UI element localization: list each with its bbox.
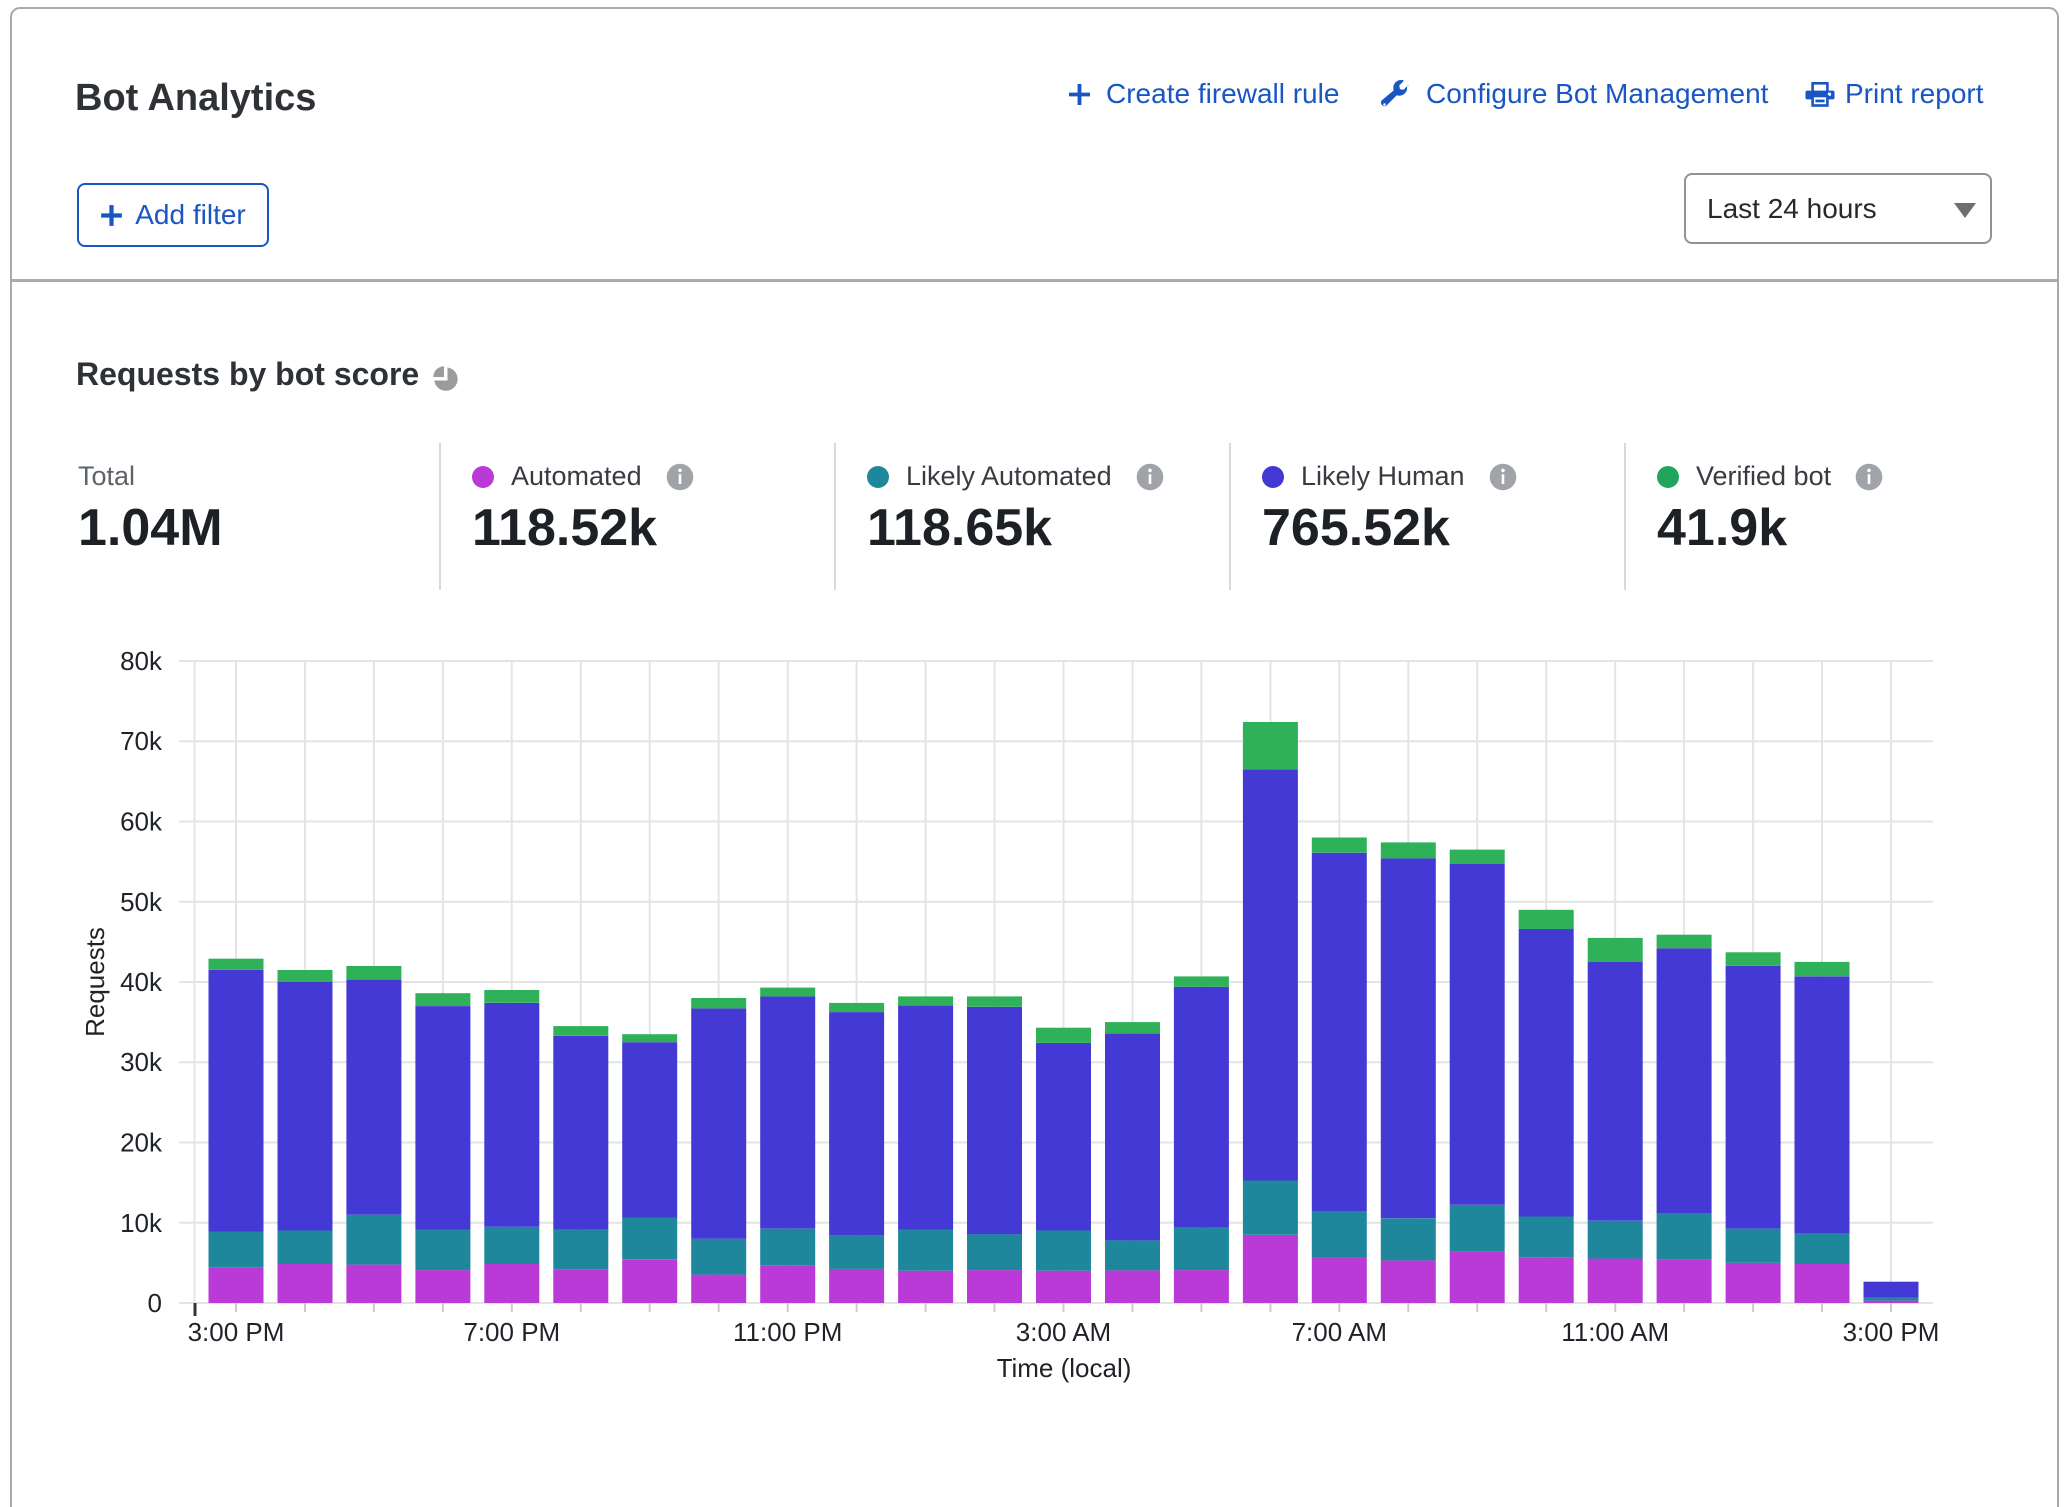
svg-text:40k: 40k bbox=[120, 967, 163, 997]
svg-text:0: 0 bbox=[148, 1288, 162, 1318]
svg-text:30k: 30k bbox=[120, 1047, 163, 1077]
svg-text:7:00 PM: 7:00 PM bbox=[463, 1317, 560, 1347]
svg-text:7:00 AM: 7:00 AM bbox=[1292, 1317, 1387, 1347]
svg-text:50k: 50k bbox=[120, 887, 163, 917]
svg-text:10k: 10k bbox=[120, 1208, 163, 1238]
svg-text:Requests: Requests bbox=[80, 927, 110, 1037]
svg-text:80k: 80k bbox=[120, 646, 163, 676]
svg-text:20k: 20k bbox=[120, 1128, 163, 1158]
svg-text:3:00 PM: 3:00 PM bbox=[1843, 1317, 1940, 1347]
svg-text:60k: 60k bbox=[120, 807, 163, 837]
svg-text:3:00 PM: 3:00 PM bbox=[188, 1317, 285, 1347]
svg-text:Time (local): Time (local) bbox=[997, 1353, 1132, 1383]
svg-text:70k: 70k bbox=[120, 726, 163, 756]
svg-text:11:00 AM: 11:00 AM bbox=[1561, 1317, 1669, 1347]
svg-text:11:00 PM: 11:00 PM bbox=[733, 1317, 842, 1347]
svg-text:3:00 AM: 3:00 AM bbox=[1016, 1317, 1111, 1347]
